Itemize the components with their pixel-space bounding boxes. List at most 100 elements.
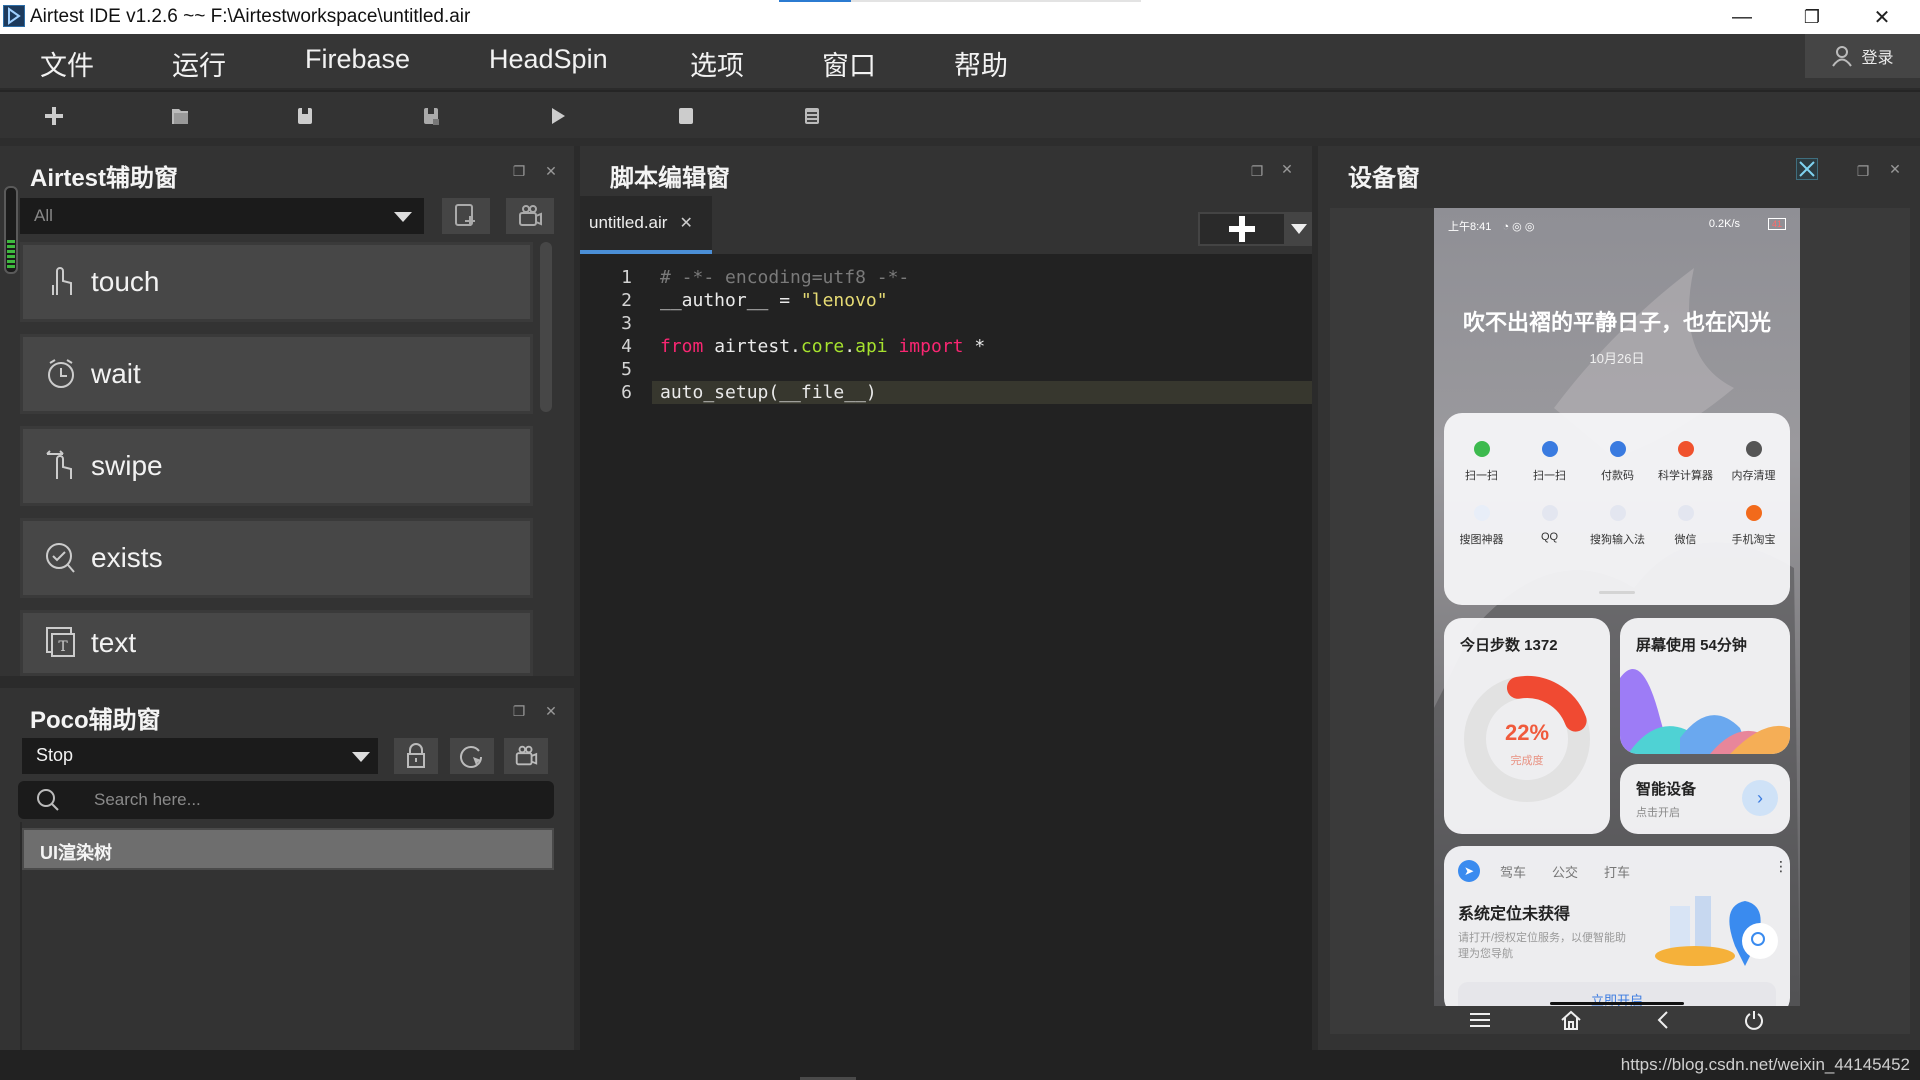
menu-file[interactable]: 文件 bbox=[40, 44, 94, 83]
poco-mode-dropdown[interactable]: Stop bbox=[22, 738, 378, 774]
main-toolbar bbox=[0, 90, 1920, 138]
new-file-button[interactable] bbox=[37, 100, 71, 132]
code-editor[interactable]: 1 # -*- encoding=utf8 -*- 2 __author__ = "l… bbox=[580, 254, 1312, 1050]
float-panel-button[interactable]: ❐ bbox=[510, 162, 528, 180]
device-nav-bar bbox=[1434, 1006, 1800, 1034]
map-tab-taxi[interactable]: 打车 bbox=[1604, 862, 1630, 881]
run-button[interactable] bbox=[541, 100, 575, 132]
api-item-touch[interactable]: touch bbox=[20, 242, 533, 322]
code-text: from airtest.core.api import * bbox=[660, 336, 986, 357]
shortcut-app[interactable]: 扫一扫 bbox=[1515, 441, 1584, 483]
float-panel-button[interactable]: ❐ bbox=[510, 702, 528, 720]
chevron-right-icon[interactable]: › bbox=[1742, 780, 1778, 816]
menu-run[interactable]: 运行 bbox=[172, 44, 226, 83]
page-indicator bbox=[1599, 591, 1635, 594]
smart-device-widget[interactable]: 智能设备 点击开启 › bbox=[1620, 764, 1790, 834]
menu-help[interactable]: 帮助 bbox=[954, 44, 1008, 83]
api-item-exists[interactable]: exists bbox=[20, 518, 533, 598]
new-script-button[interactable] bbox=[1198, 212, 1286, 246]
view-log-button[interactable] bbox=[795, 100, 829, 132]
shortcut-app[interactable]: 微信 bbox=[1651, 505, 1720, 547]
airtest-assistant-panel: Airtest辅助窗 ❐ ✕ All touch wait swipe exis… bbox=[0, 146, 574, 676]
tab-untitled-air[interactable]: untitled.air ✕ bbox=[580, 196, 712, 254]
play-icon bbox=[552, 108, 565, 124]
app-icon bbox=[1609, 505, 1626, 521]
restore-button[interactable]: ❐ bbox=[1782, 0, 1842, 34]
device-home-button[interactable] bbox=[1526, 1006, 1618, 1034]
phone-screen[interactable]: 上午8:41 ◔ ◎ ◎ 0.2K/s 41 吹不出褶的平静日子，也在闪光 10… bbox=[1434, 208, 1800, 1006]
save-as-button[interactable] bbox=[414, 100, 448, 132]
power-icon bbox=[1745, 1011, 1764, 1030]
steps-widget[interactable]: 今日步数 1372 22% 完成度 bbox=[1444, 618, 1610, 834]
map-description: 请打开/授权定位服务，以便智能助理为您导航 bbox=[1458, 932, 1627, 960]
device-menu-button[interactable] bbox=[1434, 1006, 1526, 1034]
api-item-text[interactable]: T text bbox=[20, 610, 533, 676]
map-tab-drive[interactable]: 驾车 bbox=[1500, 862, 1526, 881]
minimize-button[interactable]: — bbox=[1712, 0, 1772, 34]
panel-title: Airtest辅助窗 bbox=[30, 165, 179, 192]
app-icon bbox=[1473, 505, 1490, 521]
menu-firebase[interactable]: Firebase bbox=[305, 44, 410, 75]
float-panel-button[interactable]: ❐ bbox=[1854, 162, 1872, 180]
close-panel-button[interactable]: ✕ bbox=[542, 702, 560, 720]
menu-options[interactable]: 选项 bbox=[690, 44, 744, 83]
close-panel-button[interactable]: ✕ bbox=[1886, 160, 1904, 178]
floppy-icon bbox=[298, 108, 312, 124]
code-line[interactable]: 2 __author__ = "lenovo" bbox=[580, 289, 1312, 312]
shortcut-app[interactable]: QQ bbox=[1515, 505, 1584, 543]
app-icon bbox=[1745, 505, 1762, 521]
float-panel-button[interactable]: ❐ bbox=[1248, 162, 1266, 180]
lock-button[interactable] bbox=[394, 738, 438, 774]
new-script-dropdown[interactable] bbox=[1286, 212, 1312, 246]
inspect-button[interactable] bbox=[450, 738, 494, 774]
device-tools-button[interactable] bbox=[1796, 158, 1818, 180]
shortcut-app[interactable]: 付款码 bbox=[1583, 441, 1652, 483]
wifi-icon: ◔ ◎ ◎ bbox=[1502, 221, 1535, 233]
api-filter-dropdown[interactable]: All bbox=[20, 198, 424, 234]
device-power-button[interactable] bbox=[1709, 1006, 1801, 1034]
api-item-label: swipe bbox=[91, 450, 163, 481]
text-input-icon: T bbox=[46, 627, 75, 657]
app-logo-icon bbox=[3, 5, 25, 27]
close-panel-button[interactable]: ✕ bbox=[1278, 160, 1296, 178]
device-back-button[interactable] bbox=[1617, 1006, 1709, 1034]
code-line[interactable]: 3 bbox=[580, 312, 1312, 335]
close-panel-button[interactable]: ✕ bbox=[542, 162, 560, 180]
api-list-scrollbar[interactable] bbox=[540, 242, 552, 412]
shortcut-app[interactable]: 科学计算器 bbox=[1651, 441, 1720, 483]
shortcut-app[interactable]: 手机淘宝 bbox=[1719, 505, 1788, 547]
navigation-widget[interactable]: ➤ 驾车 公交 打车 ⋮ 系统定位未获得 请打开/授权定位服务，以便智能助理为您… bbox=[1444, 846, 1790, 1006]
screen-time-widget[interactable]: 屏幕使用 54分钟 bbox=[1620, 618, 1790, 754]
menu-bar: 文件 运行 Firebase HeadSpin 选项 窗口 帮助 bbox=[0, 34, 1920, 88]
close-window-button[interactable]: ✕ bbox=[1852, 0, 1912, 34]
close-tab-icon[interactable]: ✕ bbox=[679, 213, 692, 233]
shortcut-app[interactable]: 扫一扫 bbox=[1447, 441, 1516, 483]
save-button[interactable] bbox=[288, 100, 322, 132]
poco-search-field[interactable]: Search here... bbox=[18, 781, 554, 819]
menu-headspin[interactable]: HeadSpin bbox=[489, 44, 608, 75]
video-camera-icon bbox=[519, 205, 542, 226]
api-item-swipe[interactable]: swipe bbox=[20, 426, 533, 506]
device-capture-button[interactable] bbox=[442, 198, 490, 234]
poco-record-button[interactable] bbox=[504, 738, 548, 774]
code-line[interactable]: 4 from airtest.core.api import * bbox=[580, 335, 1312, 358]
record-button[interactable] bbox=[506, 198, 554, 234]
code-line[interactable]: 1 # -*- encoding=utf8 -*- bbox=[580, 266, 1312, 289]
shortcut-app[interactable]: 搜图神器 bbox=[1447, 505, 1516, 547]
shortcut-app[interactable]: 内存清理 bbox=[1719, 441, 1788, 483]
home-icon bbox=[1561, 1010, 1581, 1030]
open-file-button[interactable] bbox=[163, 100, 197, 132]
menu-window[interactable]: 窗口 bbox=[822, 44, 876, 83]
more-options-icon[interactable]: ⋮ bbox=[1774, 858, 1788, 875]
api-item-wait[interactable]: wait bbox=[20, 334, 533, 414]
login-button[interactable]: 登录 bbox=[1805, 34, 1920, 78]
tree-root-node[interactable]: UI渲染树 bbox=[22, 828, 554, 870]
code-line[interactable]: 6 auto_setup(__file__) bbox=[580, 381, 1312, 404]
stop-button[interactable] bbox=[669, 100, 703, 132]
hamburger-menu-icon bbox=[1469, 1013, 1490, 1027]
loading-progress-bar bbox=[779, 0, 1141, 2]
code-line[interactable]: 5 bbox=[580, 358, 1312, 381]
shortcut-app[interactable]: 搜狗输入法 bbox=[1583, 505, 1652, 547]
map-tab-bus[interactable]: 公交 bbox=[1552, 862, 1578, 881]
chevron-down-icon bbox=[352, 752, 370, 762]
